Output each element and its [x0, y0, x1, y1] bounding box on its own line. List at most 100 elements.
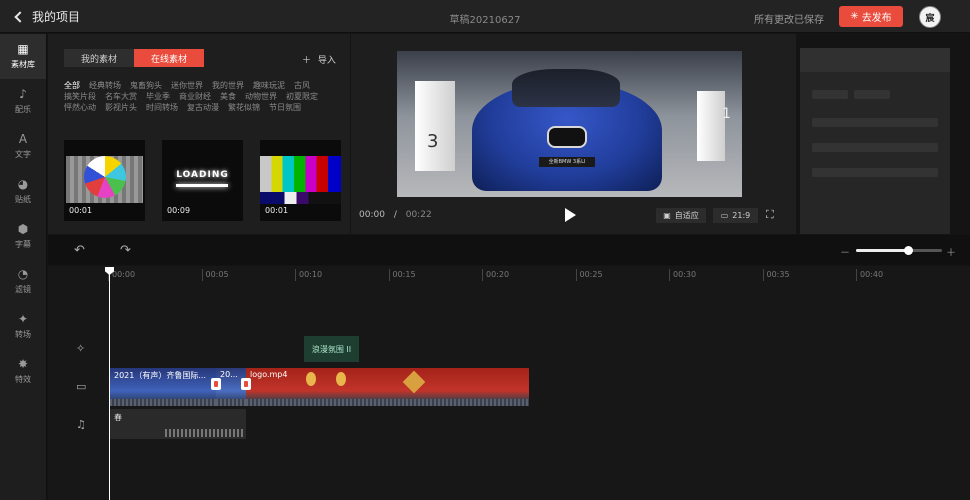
category-item[interactable]: 趣味玩泥 [253, 80, 285, 91]
car-windshield [512, 69, 620, 107]
zoom-in-icon[interactable]: ＋ [946, 244, 956, 259]
ruler-tick: 00:15 [388, 269, 416, 281]
video-clip[interactable]: logo.mp4 [246, 368, 529, 406]
loading-text-image: LOADING [176, 170, 229, 180]
audio-waveform [216, 399, 246, 406]
import-button[interactable]: ＋ 导入 [302, 53, 336, 66]
import-label: 导入 [317, 56, 336, 66]
fullscreen-icon[interactable]: ⛶ [766, 208, 774, 222]
sidebar-item-transition[interactable]: ✦ 转场 [0, 304, 46, 349]
top-bar: 我的项目 草稿20210627 所有更改已保存 ✳ 去发布 宸 [0, 0, 970, 33]
category-item[interactable]: 时间转场 [146, 102, 178, 113]
playhead[interactable] [109, 269, 110, 500]
category-item[interactable]: 繁花似锦 [228, 102, 260, 113]
plus-icon: ＋ [302, 56, 312, 66]
ratio-icon: ▭ [720, 211, 729, 220]
clip-label: 20... [220, 370, 238, 379]
time-separator: / [393, 210, 397, 220]
audio-clip[interactable]: 春 [110, 409, 246, 439]
transition-marker[interactable] [211, 378, 221, 390]
ruler-tick: 00:30 [669, 269, 696, 281]
audio-clip-label: 春 [114, 413, 122, 422]
time-ruler[interactable]: 00:00 00:05 00:10 00:15 00:20 00:25 00:30 00:35… [108, 269, 970, 283]
sidebar-item-text[interactable]: A 文字 [0, 124, 46, 169]
tab-online-assets[interactable]: 在线素材 [134, 49, 204, 67]
video-preview[interactable]: 3 1 全新BMW 3系LI [397, 51, 742, 197]
clip-label: 2021（有声）齐鲁国际... [114, 371, 206, 380]
asset-panel: 我的素材 在线素材 ＋ 导入 全部 经典转场 鬼畜狗头 迷你世界 我的世界 趣味玩泥 古风搞… [48, 34, 350, 234]
ratio-label: 21:9 [732, 211, 751, 220]
aspect-ratio-button[interactable]: ▭ 21:9 [713, 208, 758, 223]
tab-my-assets[interactable]: 我的素材 [64, 49, 134, 67]
zoom-slider-handle[interactable] [903, 246, 913, 255]
category-item[interactable]: 节日氛围 [269, 102, 301, 113]
sidebar-item-sticker[interactable]: ◕ 贴纸 [0, 169, 46, 214]
asset-thumbnail[interactable]: 00:01 [64, 140, 145, 221]
category-item[interactable]: 影视片头 [105, 102, 137, 113]
category-item[interactable]: 毕业季 [146, 91, 170, 102]
player-controls: 00:00 / 00:22 ▣ 自适应 ▭ 21:9 ⛶ [351, 206, 796, 226]
sidebar-item-subtitle[interactable]: ⬢ 字幕 [0, 214, 46, 259]
publish-button[interactable]: ✳ 去发布 [839, 6, 903, 27]
category-item[interactable]: 商业财经 [179, 91, 211, 102]
asset-thumbnail[interactable]: LOADING 00:09 [162, 140, 243, 221]
category-item[interactable]: 美食 [220, 91, 236, 102]
sidebar-item-label: 素材库 [11, 60, 35, 69]
category-list: 全部 经典转场 鬼畜狗头 迷你世界 我的世界 趣味玩泥 古风搞笑片段 名车大赏 毕业季 商业财经美… [64, 80, 349, 113]
audio-waveform [246, 399, 529, 406]
stand-number: 3 [427, 131, 439, 152]
video-clip[interactable]: 2021（有声）齐鲁国际... [110, 368, 216, 406]
category-item[interactable]: 初夏限定 [286, 91, 318, 102]
timeline: 00:00 00:05 00:10 00:15 00:20 00:25 00:30 00:35… [48, 266, 970, 500]
skeleton-line [854, 90, 890, 99]
skeleton-line [812, 118, 938, 127]
zoom-out-icon[interactable]: － [840, 244, 850, 259]
chevron-left-icon [14, 11, 26, 23]
redo-icon[interactable]: ↷ [120, 243, 131, 258]
category-item[interactable]: 名车大赏 [105, 91, 137, 102]
category-item[interactable]: 迷你世界 [171, 80, 203, 91]
undo-icon[interactable]: ↶ [74, 243, 85, 258]
ruler-tick: 00:35 [762, 269, 790, 281]
ruler-tick: 00:25 [575, 269, 603, 281]
back-to-projects-button[interactable]: 我的项目 [14, 8, 80, 25]
sidebar-item-label: 转场 [15, 330, 31, 339]
category-item[interactable]: 全部 [64, 80, 80, 91]
effect-clip[interactable]: 浪漫氛围 II [304, 336, 359, 362]
sidebar-item-label: 文字 [15, 150, 31, 159]
category-item[interactable]: 复古动漫 [187, 102, 219, 113]
category-item[interactable]: 怦然心动 [64, 102, 96, 113]
transition-marker[interactable] [241, 378, 251, 390]
lantern-decoration [336, 372, 346, 386]
sidebar: ▦ 素材库 ♪ 配乐 A 文字 ◕ 贴纸 ⬢ 字幕 ◔ 滤镜 ✦ 转场 ✸ 特效 [0, 34, 47, 500]
asset-thumbnail[interactable]: 00:01 [260, 140, 341, 221]
avatar[interactable]: 宸 [919, 6, 941, 28]
sidebar-item-effects[interactable]: ✸ 特效 [0, 349, 46, 394]
category-item[interactable]: 鬼畜狗头 [130, 80, 162, 91]
ruler-tick: 00:40 [856, 269, 883, 281]
publish-icon: ✳ [850, 11, 859, 22]
draft-title: 草稿20210627 [449, 15, 521, 26]
timecode: 00:00 / 00:22 [359, 210, 432, 220]
category-item[interactable]: 经典转场 [89, 80, 121, 91]
category-item[interactable]: 搞笑片段 [64, 91, 96, 102]
color-bars-lower [260, 192, 341, 204]
car-grille [547, 126, 587, 148]
fit-mode-button[interactable]: ▣ 自适应 [656, 208, 706, 223]
sidebar-item-music[interactable]: ♪ 配乐 [0, 79, 46, 124]
zoom-slider-fill [856, 249, 908, 252]
category-item[interactable]: 我的世界 [212, 80, 244, 91]
category-item[interactable]: 古风 [294, 80, 310, 91]
sidebar-item-assets[interactable]: ▦ 素材库 [0, 34, 46, 79]
properties-header [800, 48, 950, 72]
category-item[interactable]: 动物世界 [245, 91, 277, 102]
transition-icon: ✦ [17, 312, 29, 326]
publish-label: 去发布 [861, 13, 892, 24]
sidebar-item-label: 配乐 [15, 105, 31, 114]
sidebar-item-label: 特效 [15, 375, 31, 384]
sidebar-item-filter[interactable]: ◔ 滤镜 [0, 259, 46, 304]
audio-track-icon: ♫ [76, 418, 86, 431]
video-track-icon: ▭ [76, 380, 87, 393]
audio-waveform [165, 429, 245, 437]
play-icon[interactable] [565, 208, 576, 222]
